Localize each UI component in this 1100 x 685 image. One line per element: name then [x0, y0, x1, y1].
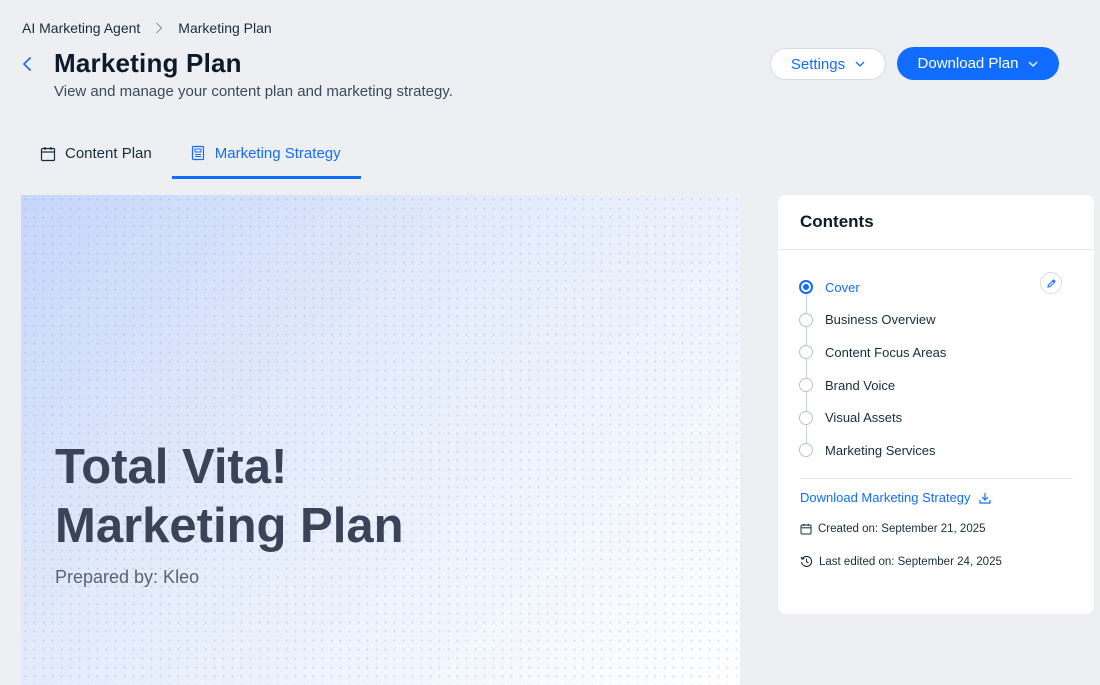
chevron-left-icon [23, 57, 31, 71]
created-date: Created on: September 21, 2025 [800, 523, 986, 535]
download-plan-button[interactable]: Download Plan [897, 47, 1059, 80]
tab-marketing-strategy-label: Marketing Strategy [214, 144, 341, 162]
breadcrumb-current: Marketing Plan [178, 20, 272, 36]
page-subtitle: View and manage your content plan and ma… [54, 83, 453, 100]
tab-marketing-strategy[interactable]: Marketing Strategy [171, 130, 361, 179]
cover-title-line2: Marketing Plan [55, 499, 404, 553]
settings-button-label: Settings [790, 55, 846, 73]
tab-bar: Content Plan Marketing Strategy [22, 130, 361, 179]
calendar-icon [800, 523, 812, 535]
settings-button[interactable]: Settings [770, 48, 886, 80]
download-strategy-link[interactable]: Download Marketing Strategy [800, 490, 991, 505]
document-icon [191, 145, 204, 161]
breadcrumb: AI Marketing Agent Marketing Plan [22, 20, 272, 36]
cover-preview: Total Vita! Marketing Plan Prepared by: … [21, 195, 740, 685]
chevron-down-icon [1028, 61, 1038, 67]
back-button[interactable] [18, 54, 36, 74]
toc-item-label: Cover [825, 279, 860, 295]
toc-item-label: Content Focus Areas [825, 344, 947, 360]
divider [800, 478, 1073, 479]
toc-item-cover[interactable]: Cover [799, 271, 946, 304]
toc-item-label: Visual Assets [825, 410, 903, 426]
pencil-icon [1046, 278, 1056, 288]
toc-item-label: Business Overview [825, 312, 936, 328]
download-strategy-link-label: Download Marketing Strategy [800, 490, 971, 505]
toc-item-marketing-services[interactable]: Marketing Services [799, 434, 946, 467]
toc-radio [799, 410, 813, 425]
last-edited-date: Last edited on: September 24, 2025 [800, 555, 1002, 568]
download-plan-button-label: Download Plan [917, 55, 1019, 72]
toc-radio [799, 280, 813, 295]
toc-item-label: Marketing Services [825, 442, 936, 458]
cover-title-line1: Total Vita! [55, 440, 288, 494]
contents-title: Contents [778, 195, 1094, 250]
toc-item-visual-assets[interactable]: Visual Assets [799, 401, 946, 434]
tab-content-plan-label: Content Plan [65, 145, 152, 162]
page-title: Marketing Plan [54, 48, 242, 78]
created-date-text: Created on: September 21, 2025 [818, 523, 986, 535]
download-icon [978, 492, 991, 504]
history-icon [800, 555, 813, 567]
calendar-icon [40, 146, 56, 161]
cover-prepared-by: Prepared by: Kleo [55, 567, 200, 587]
toc-radio [799, 443, 813, 458]
contents-panel: Contents Cover Business Overview Content… [778, 195, 1094, 614]
toc-radio [799, 345, 813, 360]
toc-item-brand-voice[interactable]: Brand Voice [799, 369, 946, 402]
toc-item-label: Brand Voice [825, 377, 896, 393]
tab-content-plan[interactable]: Content Plan [22, 130, 172, 177]
chevron-down-icon [855, 61, 865, 67]
toc-radio [799, 312, 813, 327]
edit-button[interactable] [1040, 272, 1062, 294]
toc-radio [799, 378, 813, 393]
toc-list: Cover Business Overview Content Focus Ar… [799, 271, 946, 467]
breadcrumb-parent[interactable]: AI Marketing Agent [22, 20, 140, 36]
cover-title: Total Vita! Marketing Plan [55, 438, 404, 556]
chevron-right-icon [154, 21, 164, 35]
toc-item-content-focus-areas[interactable]: Content Focus Areas [799, 336, 946, 369]
last-edited-date-text: Last edited on: September 24, 2025 [819, 555, 1002, 568]
toc-item-business-overview[interactable]: Business Overview [799, 304, 946, 337]
